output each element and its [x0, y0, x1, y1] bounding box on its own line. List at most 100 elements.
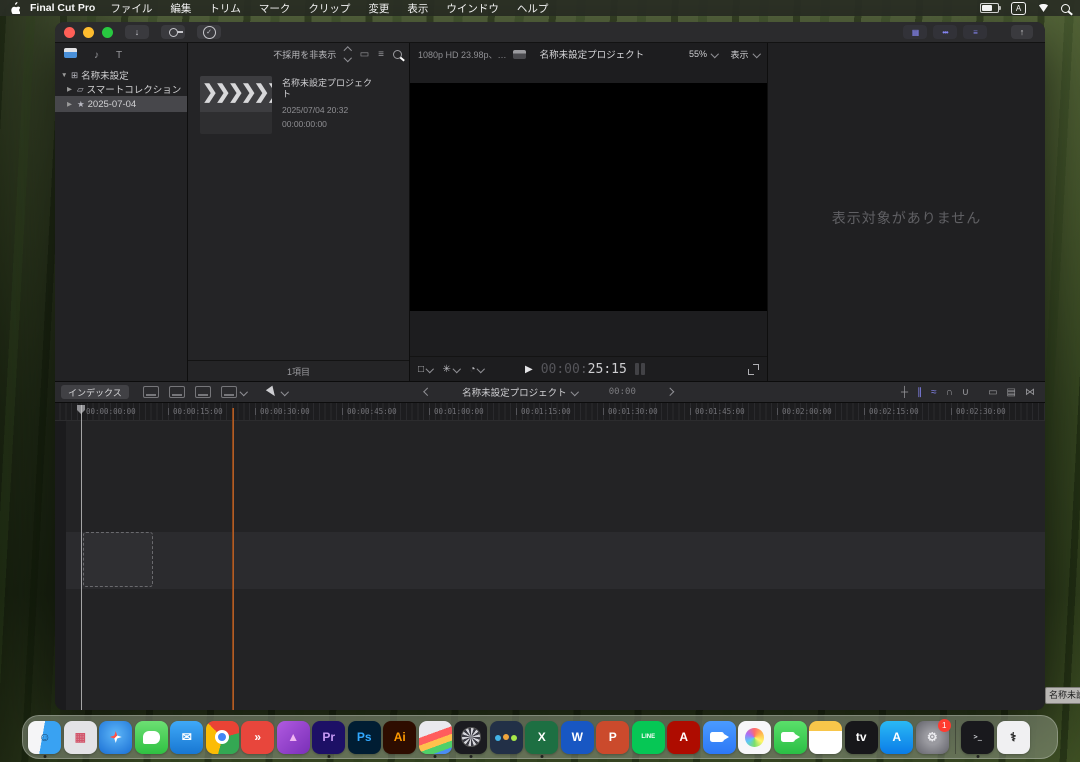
- photoshop-icon[interactable]: Ps: [347, 715, 383, 759]
- menu-item[interactable]: 表示: [398, 1, 437, 16]
- terminal-icon[interactable]: >_: [960, 715, 996, 759]
- timeline-body[interactable]: [55, 421, 1045, 710]
- view-menu-dropdown[interactable]: 表示: [730, 48, 748, 61]
- disclosure-triangle-icon[interactable]: ▼: [61, 72, 68, 79]
- index-button[interactable]: インデックス: [61, 385, 129, 399]
- notes-icon[interactable]: [808, 715, 844, 759]
- retime-icon[interactable]: ◔: [469, 364, 484, 375]
- sidebar-item-event-2025-07-04[interactable]: ▶ ★ 2025-07-04: [55, 96, 187, 112]
- solo-icon[interactable]: ∩: [946, 387, 953, 398]
- audio-meters-icon[interactable]: [635, 363, 645, 375]
- overwrite-edit-button[interactable]: [221, 386, 237, 398]
- mail-icon[interactable]: ✉: [169, 715, 205, 759]
- append-edit-button[interactable]: [195, 386, 211, 398]
- compressor-icon[interactable]: [453, 715, 489, 759]
- diagnostics-app-icon[interactable]: ⚕: [996, 715, 1032, 759]
- illustrator-icon[interactable]: Ai: [382, 715, 418, 759]
- connect-edit-button[interactable]: [143, 386, 159, 398]
- inspector-toggle-button[interactable]: ≡: [963, 25, 987, 39]
- timeline-toggle-button[interactable]: •••: [933, 25, 957, 39]
- clip-appearance-icon[interactable]: ▤: [1007, 387, 1016, 398]
- red-chevron-app-icon[interactable]: »: [240, 715, 276, 759]
- menu-item[interactable]: クリップ: [299, 1, 359, 16]
- timeline-forward-icon[interactable]: [666, 388, 674, 396]
- word-icon[interactable]: W: [560, 715, 596, 759]
- tool-menu-chevron-icon[interactable]: [281, 388, 289, 396]
- launchpad-icon[interactable]: ▦: [63, 715, 99, 759]
- clip-thumbnail[interactable]: ❯❯❯❯❯❯: [200, 76, 272, 134]
- spotlight-search-icon[interactable]: [1061, 4, 1070, 13]
- disclosure-triangle-icon[interactable]: ▶: [67, 100, 74, 108]
- audio-skimming-icon[interactable]: ≈: [931, 387, 937, 398]
- zoom-button[interactable]: [102, 27, 113, 38]
- playhead-line[interactable]: [81, 405, 82, 710]
- close-button[interactable]: [64, 27, 75, 38]
- apple-tv-icon[interactable]: tv: [844, 715, 880, 759]
- menu-item[interactable]: ヘルプ: [508, 1, 558, 16]
- powerpoint-icon[interactable]: P: [595, 715, 631, 759]
- libraries-tab-icon[interactable]: [64, 45, 77, 63]
- acrobat-icon[interactable]: A: [666, 715, 702, 759]
- photos-icon[interactable]: [737, 715, 773, 759]
- apple-menu-icon[interactable]: [10, 2, 20, 14]
- menu-item[interactable]: トリム: [200, 1, 250, 16]
- primary-storyline-lane[interactable]: [66, 532, 1045, 589]
- davinci-resolve-icon[interactable]: [489, 715, 525, 759]
- timeline-ruler[interactable]: 00:00:00:00 00:00:15:00 00:00:30:00 00:0…: [55, 403, 1045, 421]
- menu-item[interactable]: ウインドウ: [437, 1, 508, 16]
- titles-generators-tab-icon[interactable]: T: [116, 45, 122, 63]
- share-button[interactable]: ↑: [1011, 25, 1033, 39]
- video-canvas[interactable]: [410, 83, 767, 311]
- zoom-level-dropdown[interactable]: 55%: [689, 49, 707, 59]
- keyword-editor-button[interactable]: [161, 25, 185, 39]
- excel-icon[interactable]: X: [524, 715, 560, 759]
- photos-audio-tab-icon[interactable]: ♪: [94, 45, 99, 63]
- gap-clip-placeholder[interactable]: [83, 532, 153, 587]
- filter-updown-icon[interactable]: [345, 48, 351, 60]
- insert-edit-button[interactable]: [169, 386, 185, 398]
- minimize-button[interactable]: [83, 27, 94, 38]
- input-source-icon[interactable]: A: [1011, 2, 1026, 15]
- marker-icon[interactable]: ▭: [988, 387, 997, 398]
- disclosure-triangle-icon[interactable]: ▶: [67, 85, 74, 93]
- filmstrip-view-icon[interactable]: ▭: [360, 49, 369, 60]
- chrome-icon[interactable]: [205, 715, 241, 759]
- sidebar-item-library[interactable]: ▼ ⊞ 名称未設定: [55, 68, 187, 82]
- skimming-icon[interactable]: ∥: [917, 387, 922, 398]
- window-title-bar[interactable]: ↓ ✓ ▦ ••• ≡ ↑: [55, 22, 1045, 43]
- enhance-icon[interactable]: ✳: [443, 364, 460, 375]
- timeline-project-dropdown[interactable]: 名称未設定プロジェクト: [462, 385, 567, 399]
- battery-icon[interactable]: [980, 3, 999, 13]
- sidebar-item-smart-collection[interactable]: ▶ ▱ スマートコレクション: [55, 82, 187, 96]
- premiere-pro-icon[interactable]: Pr: [311, 715, 347, 759]
- menu-item[interactable]: ファイル: [101, 1, 161, 16]
- browser-toggle-button[interactable]: ▦: [903, 25, 927, 39]
- menu-item[interactable]: マーク: [250, 1, 300, 16]
- browser-search-icon[interactable]: [393, 50, 402, 59]
- fullscreen-icon[interactable]: [748, 364, 759, 375]
- select-tool-icon[interactable]: [266, 386, 278, 399]
- zoom-icon[interactable]: [702, 715, 738, 759]
- project-clip-card[interactable]: ❯❯❯❯❯❯ 名称未設定プロジェクト 2025/07/04 20:32 00:0…: [200, 76, 374, 134]
- safari-icon[interactable]: [98, 715, 134, 759]
- play-button[interactable]: ▶: [525, 364, 533, 375]
- finder-icon[interactable]: ☺: [27, 715, 63, 759]
- menu-app-name[interactable]: Final Cut Pro: [30, 2, 95, 14]
- final-cut-pro-icon[interactable]: [418, 715, 454, 759]
- affinity-photo-icon[interactable]: ▲: [276, 715, 312, 759]
- transform-icon[interactable]: □: [418, 364, 433, 375]
- app-store-icon[interactable]: A: [879, 715, 915, 759]
- trim-overview-icon[interactable]: ┼: [901, 387, 908, 398]
- format-info-label[interactable]: 1080p HD 23.98p、…: [418, 48, 507, 61]
- facetime-icon[interactable]: [773, 715, 809, 759]
- menu-item[interactable]: 変更: [359, 1, 398, 16]
- menu-item[interactable]: 編集: [161, 1, 200, 16]
- dock-separator[interactable]: [950, 715, 960, 759]
- background-tasks-button[interactable]: ✓: [197, 25, 221, 39]
- timeline-back-icon[interactable]: [424, 388, 432, 396]
- line-icon[interactable]: LINE: [631, 715, 667, 759]
- hide-rejected-filter[interactable]: 不採用を非表示: [273, 48, 336, 61]
- fit-window-icon[interactable]: ⋈: [1025, 387, 1035, 398]
- list-view-icon[interactable]: ≡: [378, 49, 384, 60]
- import-media-button[interactable]: ↓: [125, 25, 149, 39]
